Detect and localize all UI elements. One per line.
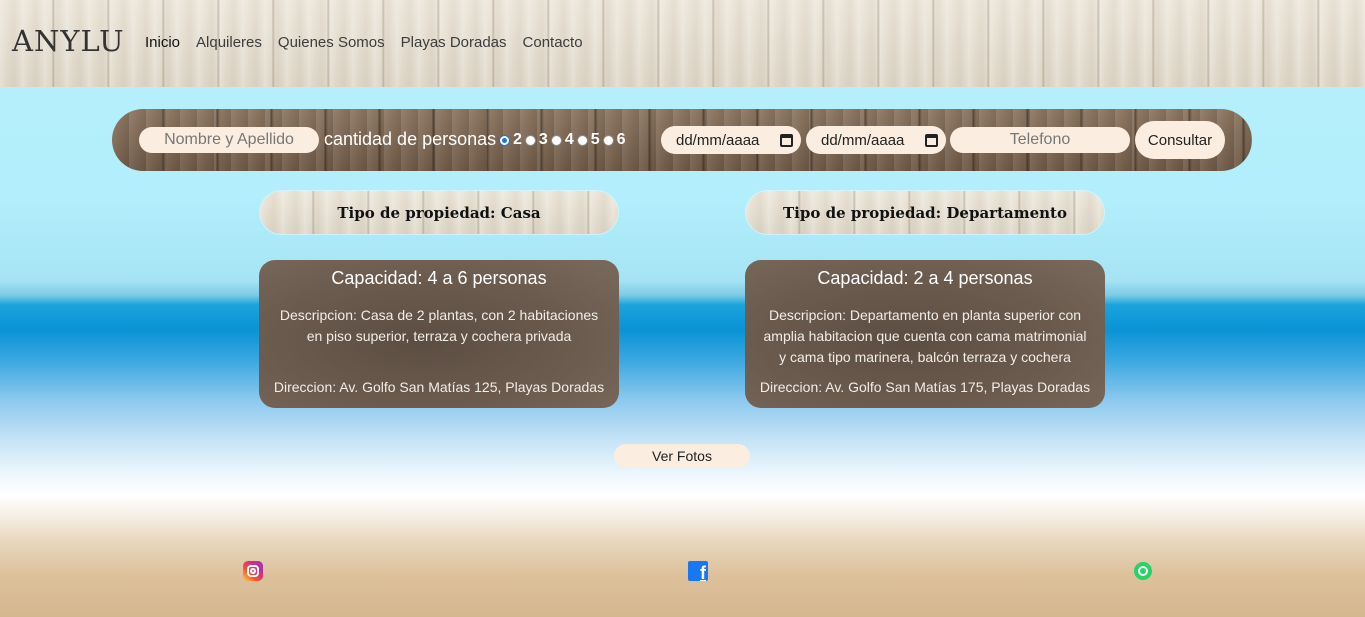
calendar-icon[interactable] — [780, 133, 793, 147]
property-type-departamento: Tipo de propiedad: Departamento — [746, 191, 1104, 234]
site-logo[interactable]: ANYLU — [12, 24, 125, 58]
radio-button[interactable] — [602, 134, 614, 146]
ver-fotos-button[interactable]: Ver Fotos — [614, 444, 750, 468]
quantity-option-6[interactable]: 6 — [602, 131, 626, 149]
card-address: Direccion: Av. Golfo San Matías 175, Pla… — [759, 379, 1091, 395]
radio-button-checked[interactable] — [499, 134, 510, 146]
quantity-option-5[interactable]: 5 — [576, 131, 600, 149]
card-capacity: Capacidad: 2 a 4 personas — [817, 268, 1033, 288]
quantity-option-4[interactable]: 4 — [550, 131, 574, 149]
date-from-placeholder: dd/mm/aaaa — [676, 131, 760, 149]
date-to-input[interactable]: dd/mm/aaaa — [806, 126, 946, 154]
card-address: Direccion: Av. Golfo San Matías 125, Pla… — [273, 379, 605, 395]
date-from-input[interactable]: dd/mm/aaaa — [661, 126, 801, 154]
property-type-casa: Tipo de propiedad: Casa — [260, 191, 618, 234]
consultar-button[interactable]: Consultar — [1135, 121, 1225, 159]
property-card-casa: Capacidad: 4 a 6 personas Descripcion: C… — [259, 260, 619, 408]
card-description: Descripcion: Casa de 2 plantas, con 2 ha… — [279, 307, 599, 344]
quantity-options: 2 3 4 5 6 — [499, 131, 629, 149]
phone-input[interactable] — [950, 127, 1130, 153]
radio-button[interactable] — [576, 134, 588, 146]
quantity-option-3[interactable]: 3 — [524, 131, 548, 149]
main-nav: Inicio Alquileres Quienes Somos Playas D… — [145, 34, 599, 51]
radio-button[interactable] — [550, 134, 562, 146]
card-description: Descripcion: Departamento en planta supe… — [763, 307, 1087, 365]
facebook-icon[interactable]: f — [688, 561, 708, 581]
radio-button[interactable] — [524, 134, 536, 146]
booking-form: cantidad de personas 2 3 4 5 6 dd/mm/aaa… — [112, 109, 1252, 171]
nav-link-contacto[interactable]: Contacto — [523, 34, 583, 51]
name-input[interactable] — [139, 127, 319, 153]
date-to-placeholder: dd/mm/aaaa — [821, 131, 905, 149]
calendar-icon[interactable] — [925, 133, 938, 147]
quantity-option-2[interactable]: 2 — [499, 131, 522, 149]
nav-link-alquileres[interactable]: Alquileres — [196, 34, 262, 51]
quantity-label: cantidad de personas — [324, 129, 497, 149]
property-card-departamento: Capacidad: 2 a 4 personas Descripcion: D… — [745, 260, 1105, 408]
nav-link-quienes-somos[interactable]: Quienes Somos — [278, 34, 385, 51]
nav-link-playas-doradas[interactable]: Playas Doradas — [401, 34, 507, 51]
card-capacity: Capacidad: 4 a 6 personas — [331, 268, 547, 288]
site-header: ANYLU Inicio Alquileres Quienes Somos Pl… — [0, 0, 1365, 87]
whatsapp-icon[interactable] — [1134, 562, 1152, 580]
nav-link-inicio[interactable]: Inicio — [145, 34, 180, 51]
instagram-icon[interactable] — [243, 561, 263, 581]
